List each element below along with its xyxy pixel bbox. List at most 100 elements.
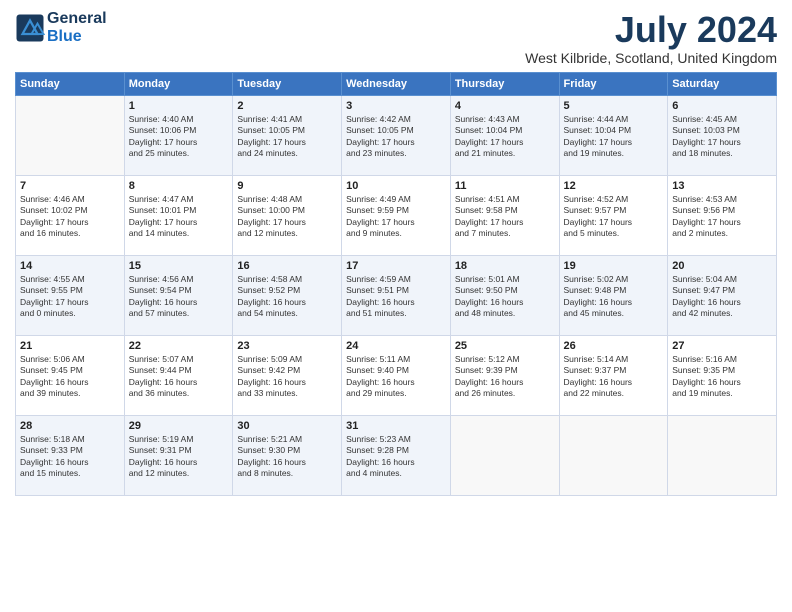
calendar-cell [16,95,125,175]
day-number: 6 [672,100,772,112]
calendar-week-4: 21 Sunrise: 5:06 AM Sunset: 9:45 PM Dayli… [16,335,777,415]
calendar-cell: 2 Sunrise: 4:41 AM Sunset: 10:05 PM Dayli… [233,95,342,175]
weekday-header-tuesday: Tuesday [233,72,342,95]
calendar-week-2: 7 Sunrise: 4:46 AM Sunset: 10:02 PM Dayli… [16,175,777,255]
day-info: Sunrise: 4:49 AM Sunset: 9:59 PM Dayligh… [346,194,446,240]
calendar-cell: 9 Sunrise: 4:48 AM Sunset: 10:00 PM Dayli… [233,175,342,255]
day-number: 27 [672,340,772,352]
day-info: Sunrise: 5:14 AM Sunset: 9:37 PM Dayligh… [564,354,664,400]
calendar-cell: 31 Sunrise: 5:23 AM Sunset: 9:28 PM Dayli… [342,415,451,495]
day-number: 11 [455,180,555,192]
day-info: Sunrise: 5:02 AM Sunset: 9:48 PM Dayligh… [564,274,664,320]
day-number: 31 [346,420,446,432]
day-number: 13 [672,180,772,192]
calendar-cell: 3 Sunrise: 4:42 AM Sunset: 10:05 PM Dayli… [342,95,451,175]
calendar-cell: 10 Sunrise: 4:49 AM Sunset: 9:59 PM Dayli… [342,175,451,255]
day-info: Sunrise: 4:45 AM Sunset: 10:03 PM Daylig… [672,114,772,160]
month-title: July 2024 [525,10,777,50]
day-info: Sunrise: 4:43 AM Sunset: 10:04 PM Daylig… [455,114,555,160]
calendar-cell: 14Sunrise: 4:55 AM Sunset: 9:55 PM Dayli… [16,255,125,335]
day-info: Sunrise: 5:18 AM Sunset: 9:33 PM Dayligh… [20,434,120,480]
weekday-header-wednesday: Wednesday [342,72,451,95]
day-number: 18 [455,260,555,272]
day-info: Sunrise: 5:19 AM Sunset: 9:31 PM Dayligh… [129,434,229,480]
day-info: Sunrise: 5:11 AM Sunset: 9:40 PM Dayligh… [346,354,446,400]
day-info: Sunrise: 4:42 AM Sunset: 10:05 PM Daylig… [346,114,446,160]
calendar-cell: 29 Sunrise: 5:19 AM Sunset: 9:31 PM Dayli… [124,415,233,495]
day-info: Sunrise: 5:01 AM Sunset: 9:50 PM Dayligh… [455,274,555,320]
day-number: 30 [237,420,337,432]
day-info: Sunrise: 4:44 AM Sunset: 10:04 PM Daylig… [564,114,664,160]
calendar-cell: 30Sunrise: 5:21 AM Sunset: 9:30 PM Dayli… [233,415,342,495]
day-number: 24 [346,340,446,352]
day-number: 4 [455,100,555,112]
day-info: Sunrise: 4:58 AM Sunset: 9:52 PM Dayligh… [237,274,337,320]
calendar-header: SundayMondayTuesdayWednesdayThursdayFrid… [16,72,777,95]
day-info: Sunrise: 5:23 AM Sunset: 9:28 PM Dayligh… [346,434,446,480]
day-info: Sunrise: 5:07 AM Sunset: 9:44 PM Dayligh… [129,354,229,400]
day-info: Sunrise: 5:16 AM Sunset: 9:35 PM Dayligh… [672,354,772,400]
day-number: 5 [564,100,664,112]
day-info: Sunrise: 5:06 AM Sunset: 9:45 PM Dayligh… [20,354,120,400]
calendar-cell [559,415,668,495]
calendar-cell: 21 Sunrise: 5:06 AM Sunset: 9:45 PM Dayli… [16,335,125,415]
calendar-week-5: 28Sunrise: 5:18 AM Sunset: 9:33 PM Dayli… [16,415,777,495]
day-number: 10 [346,180,446,192]
header: General Blue July 2024 West Kilbride, Sc… [15,10,777,66]
calendar-cell: 17Sunrise: 4:59 AM Sunset: 9:51 PM Dayli… [342,255,451,335]
day-info: Sunrise: 5:04 AM Sunset: 9:47 PM Dayligh… [672,274,772,320]
calendar-cell: 11Sunrise: 4:51 AM Sunset: 9:58 PM Dayli… [450,175,559,255]
day-number: 7 [20,180,120,192]
calendar-cell [668,415,777,495]
day-info: Sunrise: 4:41 AM Sunset: 10:05 PM Daylig… [237,114,337,160]
day-info: Sunrise: 4:52 AM Sunset: 9:57 PM Dayligh… [564,194,664,240]
day-info: Sunrise: 5:09 AM Sunset: 9:42 PM Dayligh… [237,354,337,400]
weekday-header-row: SundayMondayTuesdayWednesdayThursdayFrid… [16,72,777,95]
day-number: 1 [129,100,229,112]
day-number: 17 [346,260,446,272]
calendar-cell: 26Sunrise: 5:14 AM Sunset: 9:37 PM Dayli… [559,335,668,415]
calendar-table: SundayMondayTuesdayWednesdayThursdayFrid… [15,72,777,496]
calendar-cell: 5 Sunrise: 4:44 AM Sunset: 10:04 PM Dayli… [559,95,668,175]
day-number: 12 [564,180,664,192]
calendar-cell [450,415,559,495]
calendar-week-1: 1 Sunrise: 4:40 AM Sunset: 10:06 PM Dayli… [16,95,777,175]
day-number: 16 [237,260,337,272]
day-number: 22 [129,340,229,352]
calendar-week-3: 14Sunrise: 4:55 AM Sunset: 9:55 PM Dayli… [16,255,777,335]
logo: General Blue [15,10,107,45]
calendar-body: 1 Sunrise: 4:40 AM Sunset: 10:06 PM Dayli… [16,95,777,495]
calendar-cell: 7 Sunrise: 4:46 AM Sunset: 10:02 PM Dayli… [16,175,125,255]
day-number: 15 [129,260,229,272]
day-info: Sunrise: 4:46 AM Sunset: 10:02 PM Daylig… [20,194,120,240]
day-number: 29 [129,420,229,432]
day-number: 3 [346,100,446,112]
day-number: 21 [20,340,120,352]
calendar-cell: 16 Sunrise: 4:58 AM Sunset: 9:52 PM Dayli… [233,255,342,335]
calendar-cell: 28Sunrise: 5:18 AM Sunset: 9:33 PM Dayli… [16,415,125,495]
location-title: West Kilbride, Scotland, United Kingdom [525,50,777,66]
calendar-cell: 4 Sunrise: 4:43 AM Sunset: 10:04 PM Dayli… [450,95,559,175]
calendar-cell: 25Sunrise: 5:12 AM Sunset: 9:39 PM Dayli… [450,335,559,415]
calendar-cell: 18 Sunrise: 5:01 AM Sunset: 9:50 PM Dayli… [450,255,559,335]
calendar-cell: 19 Sunrise: 5:02 AM Sunset: 9:48 PM Dayli… [559,255,668,335]
day-number: 20 [672,260,772,272]
day-info: Sunrise: 4:55 AM Sunset: 9:55 PM Dayligh… [20,274,120,320]
weekday-header-saturday: Saturday [668,72,777,95]
calendar-cell: 6 Sunrise: 4:45 AM Sunset: 10:03 PM Dayli… [668,95,777,175]
calendar-cell: 27 Sunrise: 5:16 AM Sunset: 9:35 PM Dayli… [668,335,777,415]
calendar-cell: 1 Sunrise: 4:40 AM Sunset: 10:06 PM Dayli… [124,95,233,175]
day-number: 23 [237,340,337,352]
day-number: 19 [564,260,664,272]
weekday-header-monday: Monday [124,72,233,95]
calendar-cell: 12 Sunrise: 4:52 AM Sunset: 9:57 PM Dayli… [559,175,668,255]
day-info: Sunrise: 4:40 AM Sunset: 10:06 PM Daylig… [129,114,229,160]
day-info: Sunrise: 4:48 AM Sunset: 10:00 PM Daylig… [237,194,337,240]
day-number: 9 [237,180,337,192]
day-number: 2 [237,100,337,112]
calendar-cell: 23 Sunrise: 5:09 AM Sunset: 9:42 PM Dayli… [233,335,342,415]
calendar-cell: 22 Sunrise: 5:07 AM Sunset: 9:44 PM Dayli… [124,335,233,415]
weekday-header-sunday: Sunday [16,72,125,95]
calendar-cell: 13Sunrise: 4:53 AM Sunset: 9:56 PM Dayli… [668,175,777,255]
day-number: 8 [129,180,229,192]
